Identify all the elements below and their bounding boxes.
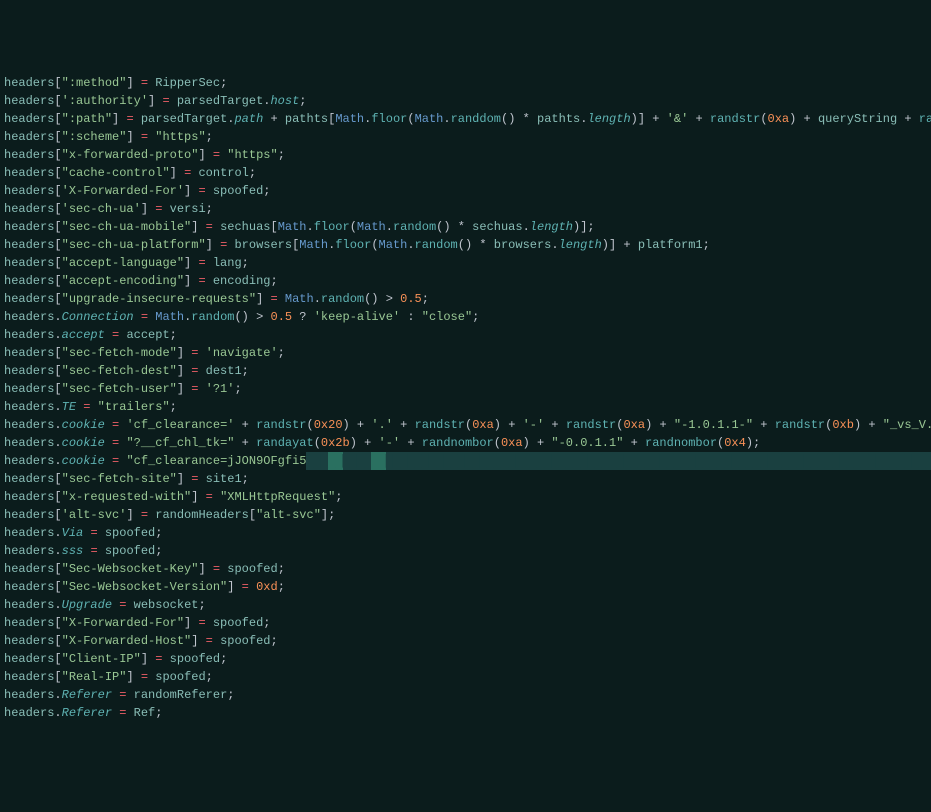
code-editor[interactable]: headers[":method"] = RipperSec;headers['… [4, 74, 927, 722]
code-line[interactable]: headers.accept = accept; [4, 326, 927, 344]
code-line[interactable]: headers["sec-ch-ua-platform"] = browsers… [4, 236, 927, 254]
code-line[interactable]: headers["sec-ch-ua-mobile"] = sechuas[Ma… [4, 218, 927, 236]
code-line[interactable]: headers["accept-language"] = lang; [4, 254, 927, 272]
code-line[interactable]: headers.sss = spoofed; [4, 542, 927, 560]
code-line[interactable]: headers.cookie = "cf_clearance=jJON9OFgf… [4, 452, 927, 470]
code-line[interactable]: headers.Upgrade = websocket; [4, 596, 927, 614]
code-line[interactable]: headers['sec-ch-ua'] = versi; [4, 200, 927, 218]
code-line[interactable]: headers["X-Forwarded-Host"] = spoofed; [4, 632, 927, 650]
code-line[interactable]: headers[":scheme"] = "https"; [4, 128, 927, 146]
code-line[interactable]: headers["sec-fetch-site"] = site1; [4, 470, 927, 488]
code-line[interactable]: headers["sec-fetch-user"] = '?1'; [4, 380, 927, 398]
code-line[interactable]: headers["upgrade-insecure-requests"] = M… [4, 290, 927, 308]
code-line[interactable]: headers["X-Forwarded-For"] = spoofed; [4, 614, 927, 632]
code-line[interactable]: headers.Referer = randomReferer; [4, 686, 927, 704]
code-line[interactable]: headers["Real-IP"] = spoofed; [4, 668, 927, 686]
code-line[interactable]: headers.Connection = Math.random() > 0.5… [4, 308, 927, 326]
code-line[interactable]: headers.TE = "trailers"; [4, 398, 927, 416]
code-line[interactable]: headers["accept-encoding"] = encoding; [4, 272, 927, 290]
code-line[interactable]: headers["sec-fetch-dest"] = dest1; [4, 362, 927, 380]
code-line[interactable]: headers["Client-IP"] = spoofed; [4, 650, 927, 668]
code-line[interactable]: headers["x-forwarded-proto"] = "https"; [4, 146, 927, 164]
code-line[interactable]: headers['X-Forwarded-For'] = spoofed; [4, 182, 927, 200]
code-line[interactable]: headers["Sec-Websocket-Version"] = 0xd; [4, 578, 927, 596]
code-line[interactable]: headers["Sec-Websocket-Key"] = spoofed; [4, 560, 927, 578]
code-line[interactable]: headers[':authority'] = parsedTarget.hos… [4, 92, 927, 110]
code-line[interactable]: headers.cookie = 'cf_clearance=' + rands… [4, 416, 927, 434]
code-line[interactable]: headers.cookie = "?__cf_chl_tk=" + randa… [4, 434, 927, 452]
code-line[interactable]: headers["sec-fetch-mode"] = 'navigate'; [4, 344, 927, 362]
code-line[interactable]: headers["cache-control"] = control; [4, 164, 927, 182]
code-line[interactable]: headers.Via = spoofed; [4, 524, 927, 542]
code-line[interactable]: headers.Referer = Ref; [4, 704, 927, 722]
code-line[interactable]: headers[":path"] = parsedTarget.path + p… [4, 110, 927, 128]
code-line[interactable]: headers[":method"] = RipperSec; [4, 74, 927, 92]
code-line[interactable]: headers['alt-svc'] = randomHeaders["alt-… [4, 506, 927, 524]
redacted-text: ███ [306, 452, 328, 470]
code-line[interactable]: headers["x-requested-with"] = "XMLHttpRe… [4, 488, 927, 506]
